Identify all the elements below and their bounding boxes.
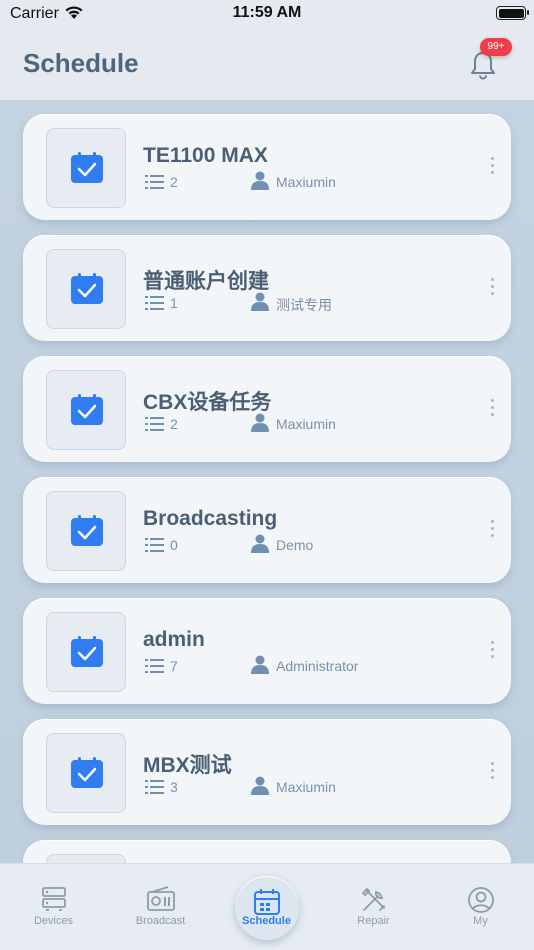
schedule-thumbnail <box>46 370 126 450</box>
calendar-check-icon <box>71 394 103 425</box>
user-icon <box>251 413 269 432</box>
devices-icon <box>41 887 66 911</box>
schedule-card[interactable]: MBX测试 3 Maxiumin <box>23 719 511 825</box>
tab-repair[interactable]: Repair <box>320 864 427 950</box>
owner-name: Demo <box>276 537 314 553</box>
tab-label: Broadcast <box>135 915 186 927</box>
calendar-check-icon <box>71 636 103 667</box>
tab-label: My <box>473 915 488 927</box>
schedule-title: MBX测试 <box>143 754 232 777</box>
owner-name: Maxiumin <box>276 416 336 432</box>
list-icon <box>145 417 164 431</box>
user-icon <box>251 171 269 190</box>
user-icon <box>251 534 269 553</box>
owner-name: Maxiumin <box>276 779 336 795</box>
more-options-button[interactable] <box>485 638 499 666</box>
more-options-button[interactable] <box>485 759 499 787</box>
item-count: 7 <box>170 658 178 674</box>
app-header: Schedule 99+ <box>0 28 534 100</box>
schedule-card[interactable]: TE1100 MAX 2 Maxiumin <box>23 114 511 220</box>
more-options-button[interactable] <box>485 154 499 182</box>
tab-label: Devices <box>33 915 74 927</box>
list-icon <box>145 175 164 189</box>
schedule-card[interactable]: CBX设备任务 2 Maxiumin <box>23 356 511 462</box>
calendar-check-icon <box>71 152 103 183</box>
tools-icon <box>361 887 385 911</box>
notification-badge: 99+ <box>480 38 512 56</box>
more-options-button[interactable] <box>485 517 499 545</box>
schedule-thumbnail <box>46 491 126 571</box>
schedule-card-partial[interactable] <box>23 840 511 863</box>
schedule-thumbnail <box>46 128 126 208</box>
tab-label: Repair <box>357 915 390 927</box>
radio-icon <box>146 886 175 911</box>
battery-icon <box>496 6 529 20</box>
schedule-title: TE1100 MAX <box>143 144 268 167</box>
item-count: 1 <box>170 295 178 311</box>
user-icon <box>467 887 494 913</box>
owner-name: 测试专用 <box>276 297 332 313</box>
item-count: 3 <box>170 779 178 795</box>
list-icon <box>145 538 164 552</box>
owner-name: Maxiumin <box>276 174 336 190</box>
schedule-title: admin <box>143 628 205 651</box>
calendar-check-icon <box>71 273 103 304</box>
more-options-button[interactable] <box>485 275 499 303</box>
calendar-check-icon <box>71 757 103 788</box>
status-time: 11:59 AM <box>232 4 302 21</box>
calendar-icon <box>253 889 280 915</box>
schedule-title: Broadcasting <box>143 507 278 530</box>
schedule-card[interactable]: 普通账户创建 1 测试专用 <box>23 235 511 341</box>
list-icon <box>145 780 164 794</box>
user-icon <box>251 655 269 674</box>
list-icon <box>145 296 164 310</box>
status-bar: Carrier 11:59 AM <box>0 0 534 28</box>
more-options-button[interactable] <box>485 396 499 424</box>
owner-name: Administrator <box>276 658 359 674</box>
schedule-card[interactable]: admin 7 Administrator <box>23 598 511 704</box>
tab-devices[interactable]: Devices <box>0 864 107 950</box>
bottom-tab-bar: Devices Broadcast Schedule Repair My <box>0 863 534 950</box>
tab-my[interactable]: My <box>427 864 534 950</box>
user-icon <box>251 776 269 795</box>
user-icon <box>251 292 269 311</box>
tab-label: Schedule <box>242 915 291 927</box>
item-count: 2 <box>170 416 178 432</box>
schedule-list: TE1100 MAX 2 Maxiumin 普通账户创建 1 测试专用 CBX设… <box>0 100 534 863</box>
item-count: 2 <box>170 174 178 190</box>
item-count: 0 <box>170 537 178 553</box>
schedule-thumbnail <box>46 612 126 692</box>
schedule-card[interactable]: Broadcasting 0 Demo <box>23 477 511 583</box>
schedule-thumbnail <box>46 249 126 329</box>
schedule-thumbnail <box>46 733 126 813</box>
calendar-check-icon <box>71 515 103 546</box>
schedule-thumbnail <box>46 854 126 863</box>
tab-broadcast[interactable]: Broadcast <box>107 864 214 950</box>
list-icon <box>145 659 164 673</box>
tab-schedule[interactable]: Schedule <box>213 864 320 950</box>
page-title: Schedule <box>23 48 139 78</box>
